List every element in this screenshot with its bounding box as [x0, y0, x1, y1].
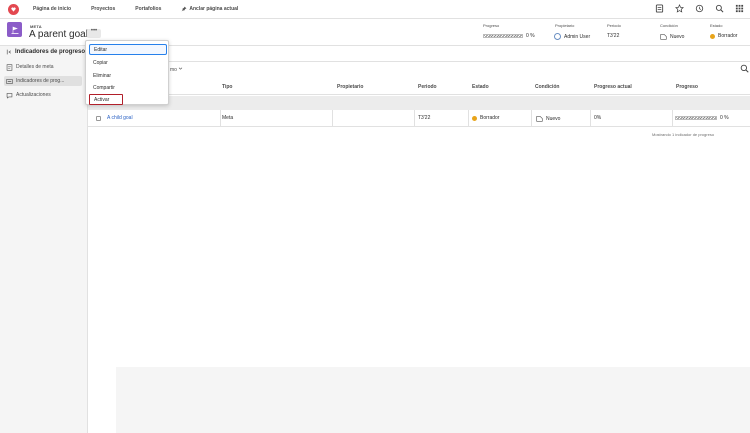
nav-projects[interactable]: Proyectos — [91, 6, 115, 12]
condition-icon — [660, 34, 667, 40]
app-logo-icon[interactable] — [8, 3, 19, 15]
status-stat-value: Borrador — [718, 33, 738, 39]
toolbar-divider — [88, 61, 750, 62]
progress-stat-label: Progreso — [483, 23, 500, 28]
table-header: Tipo Propietario Periodo Estado Condició… — [88, 80, 750, 95]
avatar — [554, 33, 561, 40]
star-icon[interactable] — [675, 4, 684, 13]
column-divider — [414, 110, 415, 127]
menu-item-share[interactable]: Compartir — [89, 82, 167, 93]
condition-stat-label: Condición — [660, 23, 678, 28]
top-navigation: Página de inicio Proyectos Portafolios A… — [0, 0, 750, 19]
sidebar: Indicadores de progreso Detalles de meta… — [0, 46, 88, 433]
row-type: Meta — [222, 115, 234, 121]
column-header-current-progress[interactable]: Progreso actual — [594, 84, 632, 90]
condition-stat-value: Nuevo — [670, 33, 685, 40]
collapse-icon — [6, 49, 11, 55]
nav-portfolios[interactable]: Portafolios — [135, 6, 161, 12]
table-search-icon[interactable] — [740, 64, 749, 73]
row-name-link[interactable]: A child goal — [107, 115, 133, 121]
main-lower-background — [116, 367, 750, 433]
period-stat-value[interactable]: T3'22 — [607, 33, 619, 39]
owner-stat[interactable]: Admin User — [554, 33, 590, 40]
column-divider — [672, 110, 673, 127]
column-header-condition[interactable]: Condición — [535, 84, 559, 90]
sidebar-item-label: Actualizaciones — [16, 92, 51, 98]
view-selector-label: mo — [170, 67, 177, 73]
history-icon[interactable] — [695, 4, 704, 13]
column-header-owner[interactable]: Propietario — [337, 84, 363, 90]
row-progress-bar — [675, 116, 717, 120]
table-footer-count: Mostrando 1 indicador de progreso — [652, 132, 715, 137]
row-condition[interactable]: Nuevo — [536, 115, 560, 122]
column-divider — [332, 110, 333, 127]
more-actions-button[interactable]: ••• — [87, 28, 101, 38]
search-icon[interactable] — [715, 4, 724, 13]
row-status[interactable]: Borrador — [472, 115, 499, 121]
sidebar-item-goal-details[interactable]: Detalles de meta — [4, 62, 82, 72]
row-name-cell: A child goal — [96, 115, 133, 121]
column-divider — [468, 110, 469, 127]
chevron-down-icon — [179, 67, 183, 70]
pin-icon — [181, 6, 187, 12]
nav-home[interactable]: Página de inicio — [33, 6, 71, 12]
menu-item-delete[interactable]: Eliminar — [89, 70, 167, 81]
sidebar-heading-label: Indicadores de progreso — [15, 49, 86, 55]
status-stat[interactable]: Borrador — [710, 33, 737, 39]
column-header-progress[interactable]: Progreso — [676, 84, 698, 90]
row-checkbox[interactable] — [96, 115, 101, 121]
column-divider — [590, 110, 591, 127]
column-header-type[interactable]: Tipo — [222, 84, 232, 90]
pin-page-button[interactable]: Anclar página actual — [181, 6, 238, 12]
sidebar-item-updates[interactable]: Actualizaciones — [4, 90, 82, 100]
status-stat-label: Estado — [710, 23, 723, 28]
progress-indicators-icon — [6, 78, 13, 84]
progress-stat-value: 0 % — [526, 33, 535, 39]
table-group-row — [88, 96, 750, 110]
owner-stat-label: Propietario — [555, 23, 575, 28]
period-stat-label: Periodo — [607, 23, 621, 28]
row-progress: 0 % — [675, 115, 729, 121]
progress-bar — [483, 34, 523, 38]
chat-bubble-icon — [6, 92, 13, 99]
column-header-status[interactable]: Estado — [472, 84, 489, 90]
row-status-value: Borrador — [480, 115, 500, 121]
page-title: A parent goal — [29, 29, 88, 40]
menu-item-copy[interactable]: Copiar — [89, 57, 167, 68]
condition-stat[interactable]: Nuevo — [660, 33, 684, 40]
row-period[interactable]: T3'22 — [418, 115, 430, 121]
sidebar-item-label: Indicadores de prog... — [16, 78, 65, 84]
column-divider — [220, 110, 221, 127]
row-progress-value: 0 % — [720, 115, 729, 121]
view-selector[interactable]: mo — [170, 66, 183, 73]
more-actions-menu: Editar Copiar Eliminar Compartir Activar — [85, 40, 169, 105]
document-icon[interactable] — [655, 4, 664, 13]
sidebar-item-label: Detalles de meta — [16, 64, 54, 70]
pin-page-label: Anclar página actual — [189, 6, 239, 12]
row-condition-value: Nuevo — [546, 115, 561, 122]
row-current-progress: 0% — [594, 115, 602, 121]
condition-icon — [536, 116, 543, 122]
status-dot-icon — [710, 33, 715, 39]
goal-icon — [7, 22, 22, 37]
progress-stat: 0 % — [483, 33, 535, 39]
column-divider — [531, 110, 532, 127]
column-header-period[interactable]: Periodo — [418, 84, 437, 90]
sidebar-item-progress-indicators[interactable]: Indicadores de prog... — [4, 76, 82, 86]
table-row[interactable]: A child goal Meta T3'22 Borrador Nuevo 0… — [88, 110, 750, 127]
menu-item-activate[interactable]: Activar — [89, 94, 123, 105]
details-icon — [6, 63, 13, 71]
apps-grid-icon[interactable] — [735, 4, 744, 13]
owner-stat-value: Admin User — [564, 33, 591, 40]
status-dot-icon — [472, 115, 477, 121]
sidebar-heading[interactable]: Indicadores de progreso — [6, 49, 85, 55]
menu-item-edit[interactable]: Editar — [89, 44, 167, 55]
